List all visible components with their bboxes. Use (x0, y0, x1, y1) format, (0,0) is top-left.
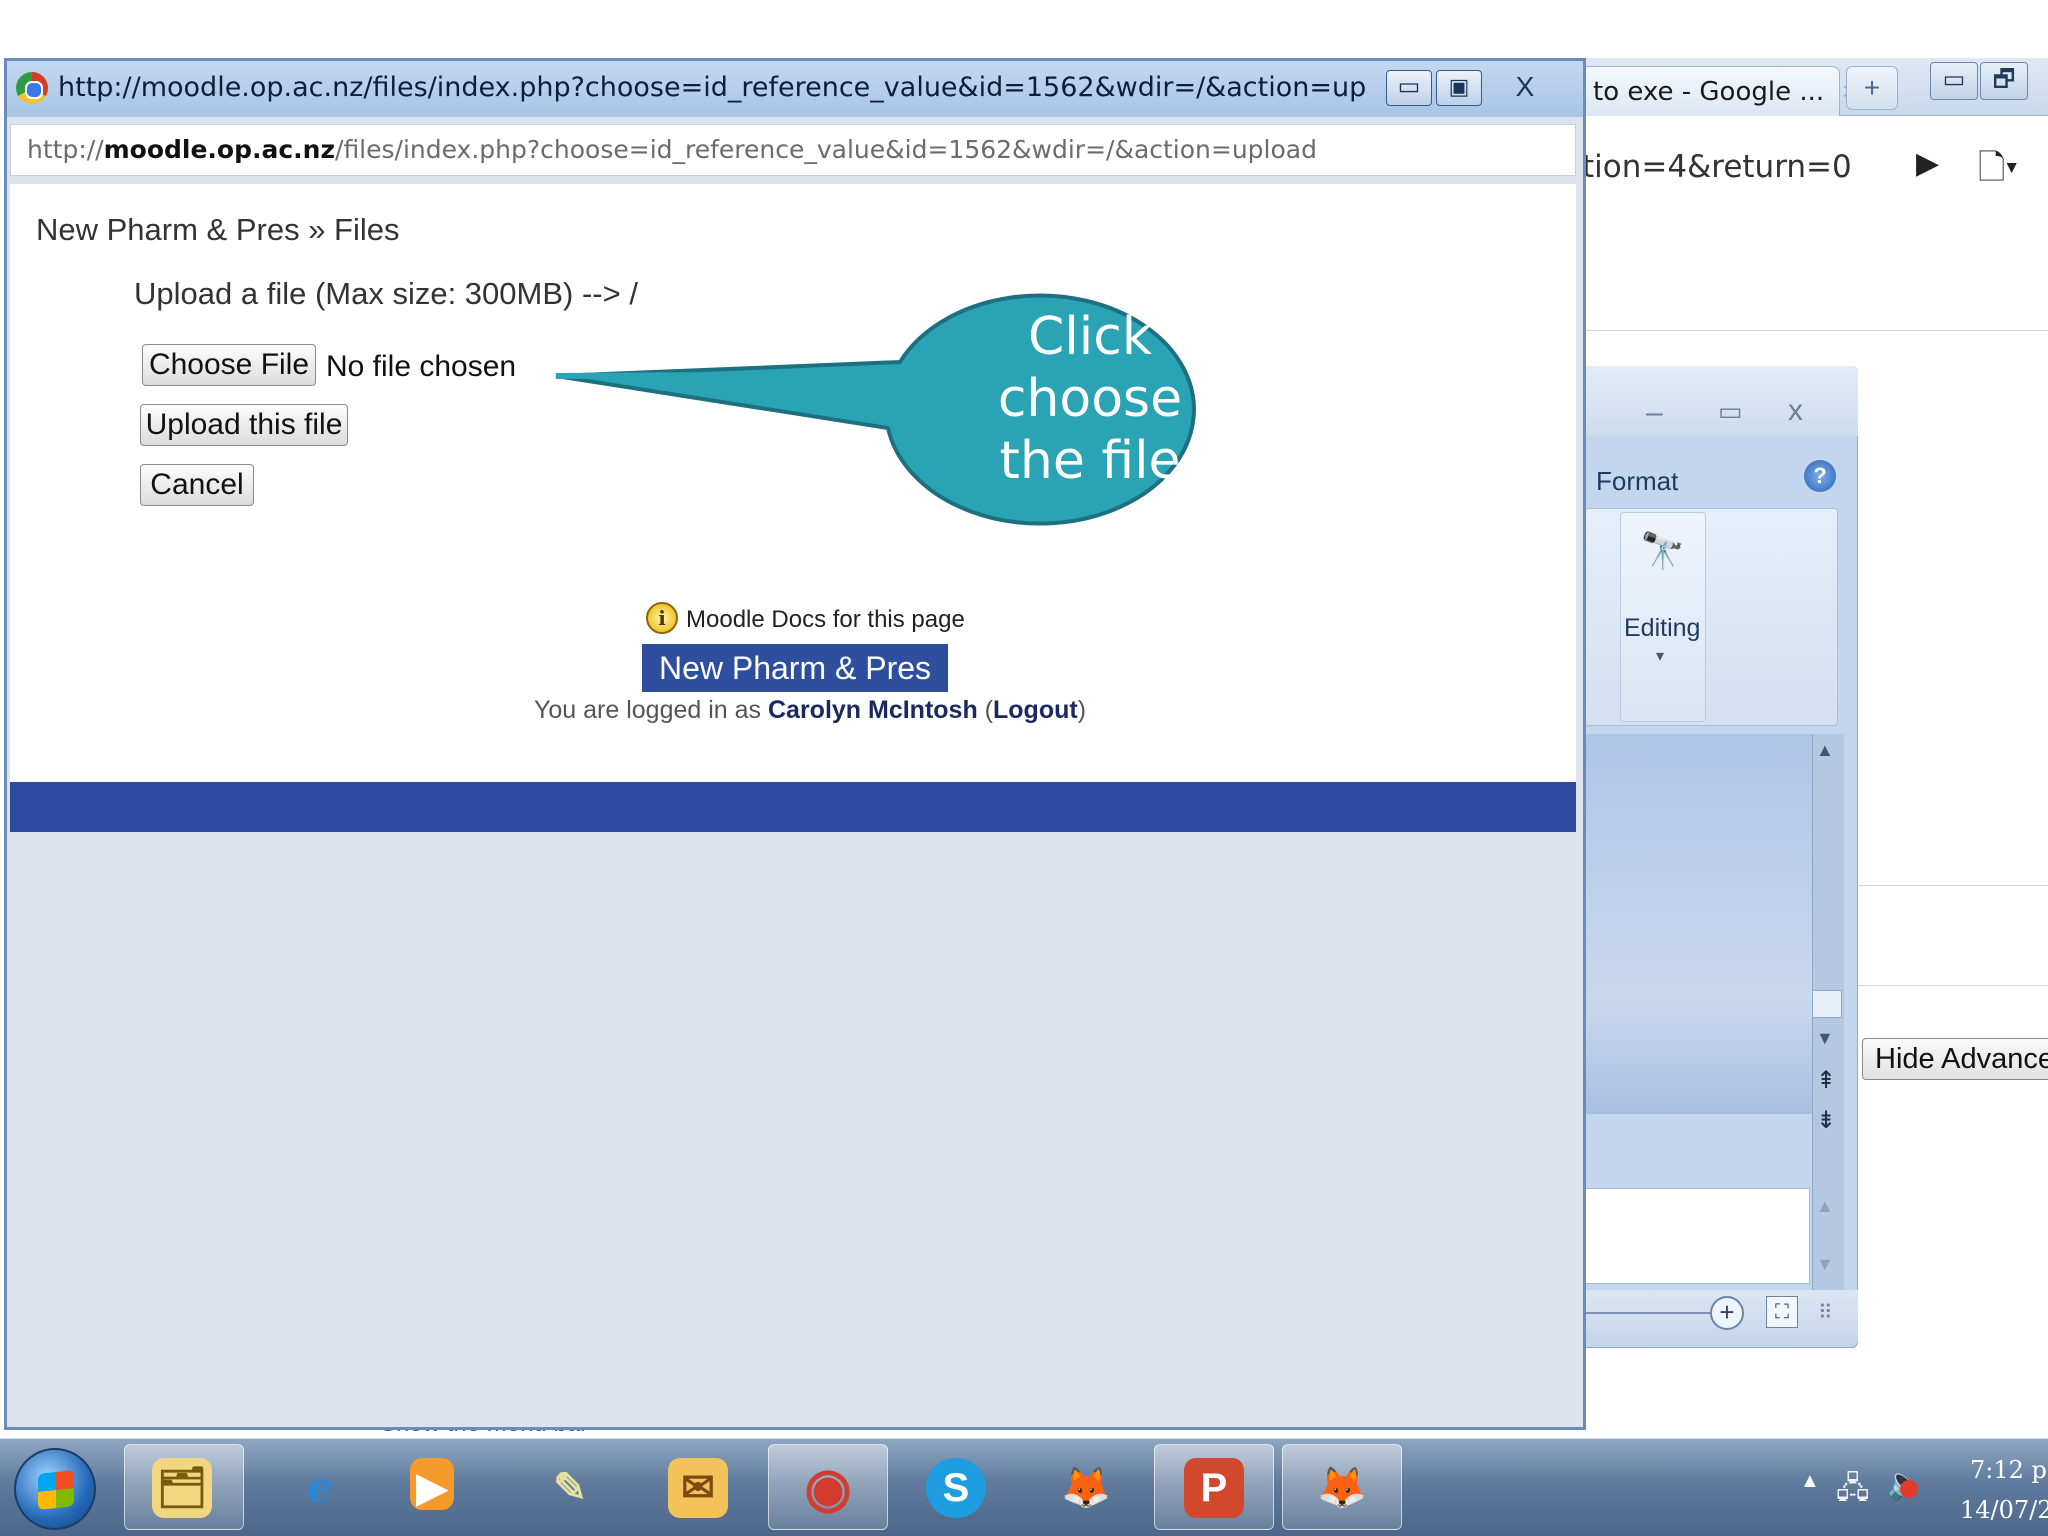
logout-open: ( (977, 696, 994, 724)
breadcrumb[interactable]: New Pharm & Pres » Files (36, 212, 400, 248)
tool-icon[interactable]: ✎ (540, 1458, 600, 1518)
logout-link[interactable]: Logout (993, 696, 1078, 724)
skype-icon[interactable]: S (926, 1458, 986, 1518)
next-page-icon[interactable]: ⇟ (1816, 1106, 1836, 1135)
window-title: http://moodle.op.ac.nz/files/index.php?c… (58, 72, 1368, 103)
address-bar[interactable]: http://moodle.op.ac.nz/files/index.php?c… (10, 124, 1576, 176)
go-icon[interactable]: ▶ (1916, 146, 1939, 181)
tab-format[interactable]: Format (1596, 466, 1678, 497)
previous-page-icon[interactable]: ⇞ (1816, 1066, 1836, 1095)
chevron-down-icon: ▾ (1656, 648, 1665, 665)
background-browser-tab[interactable]: to exe - Google ... (1580, 66, 1840, 116)
info-icon: i (646, 602, 678, 634)
help-icon[interactable]: ? (1804, 460, 1836, 492)
moodle-docs-link[interactable]: Moodle Docs for this page (686, 606, 965, 634)
file-status-text: No file chosen (326, 350, 517, 383)
background-minimize-button[interactable]: ▭ (1930, 62, 1978, 100)
media-player-icon[interactable]: ▶ (410, 1458, 454, 1510)
start-button[interactable] (14, 1448, 96, 1530)
word-restore-button[interactable]: ▭ (1718, 396, 1743, 427)
fit-page-icon[interactable]: ⛶ (1766, 1296, 1798, 1328)
chrome-icon[interactable]: ◉ (798, 1458, 858, 1518)
scroll-up-icon[interactable]: ▲ (1816, 740, 1834, 761)
network-icon[interactable]: 🖧 (1836, 1466, 1869, 1517)
new-tab-button[interactable]: + (1846, 66, 1898, 110)
internet-explorer-icon[interactable]: e (290, 1458, 350, 1518)
course-link[interactable]: New Pharm & Pres (642, 644, 948, 692)
scroll-thumb[interactable] (1812, 990, 1842, 1018)
address-host: moodle.op.ac.nz (103, 135, 336, 164)
maximize-button[interactable]: ▣ (1436, 70, 1482, 106)
scroll-down-icon[interactable]: ▼ (1816, 1254, 1834, 1275)
upload-button[interactable]: Upload this file (140, 404, 348, 446)
show-hidden-icons-icon[interactable]: ▲ (1800, 1470, 1820, 1493)
logout-close: ) (1077, 696, 1087, 724)
powerpoint-icon[interactable]: P (1184, 1458, 1244, 1518)
chrome-icon (16, 72, 48, 104)
background-address-bar[interactable]: tion=4&return=0 (1582, 140, 1922, 194)
firefox-icon[interactable]: 🦊 (1312, 1458, 1372, 1518)
word-close-button[interactable]: x (1788, 394, 1803, 428)
address-path: /files/index.php?choose=id_reference_val… (335, 135, 1317, 164)
muted-icon (1900, 1480, 1918, 1498)
lower-pane[interactable] (1584, 1188, 1810, 1284)
document-area[interactable] (1584, 734, 1812, 1114)
zoom-slider[interactable] (1586, 1312, 1710, 1314)
binoculars-icon: 🔭 (1640, 530, 1685, 571)
callout-text: Click choose the file (960, 306, 1220, 492)
clock-date[interactable]: 14/07/2011 (1960, 1496, 2048, 1524)
hide-advanced-button[interactable]: Hide Advanced (1862, 1038, 2048, 1080)
callout-text-line: choose (997, 369, 1183, 429)
user-link[interactable]: Carolyn McIntosh (768, 696, 978, 724)
empty-area (10, 832, 1576, 1426)
page-menu-icon[interactable]: 🗋▾ (1978, 144, 2018, 201)
address-prefix: http:// (27, 135, 104, 164)
callout-text-line: the file (999, 431, 1181, 491)
login-info: You are logged in as Carolyn McIntosh (L… (534, 696, 1086, 725)
scroll-up-icon[interactable]: ▲ (1816, 1196, 1834, 1217)
word-minimize-button[interactable]: – (1646, 396, 1663, 430)
zoom-in-icon[interactable]: + (1710, 1296, 1744, 1330)
background-restore-button[interactable]: 🗗 (1980, 62, 2028, 100)
close-button[interactable]: X (1490, 70, 1560, 106)
scroll-down-icon[interactable]: ▼ (1816, 1028, 1834, 1049)
divider (1580, 330, 2048, 331)
folder-icon: 🗂 (152, 1458, 212, 1518)
editing-label: Editing (1624, 614, 1701, 642)
minimize-button[interactable]: ▭ (1386, 70, 1432, 106)
callout-text-line: Click (1028, 307, 1152, 367)
clock-time[interactable]: 7:12 p.m. (1970, 1456, 2048, 1484)
footer-bar (10, 782, 1576, 832)
resize-grip-icon[interactable]: ⠿ (1818, 1300, 1833, 1325)
firefox-icon[interactable]: 🦊 (1056, 1458, 1116, 1518)
choose-file-button[interactable]: Choose File (142, 344, 316, 386)
cancel-button[interactable]: Cancel (140, 464, 254, 506)
login-prefix: You are logged in as (534, 696, 768, 724)
outlook-icon[interactable]: ✉ (668, 1458, 728, 1518)
